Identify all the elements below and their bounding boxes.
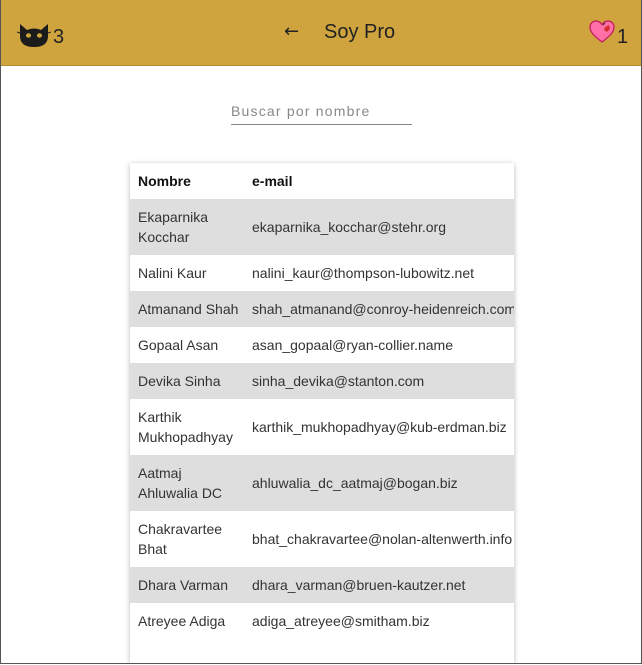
table-row[interactable]: Devika Sinha sinha_devika@stanton.com xyxy=(130,363,514,399)
cell-email: karthik_mukhopadhyay@kub-erdman.biz xyxy=(252,419,507,435)
cell-email: sinha_devika@stanton.com xyxy=(244,363,514,399)
table-row[interactable]: Dhara Varman dhara_varman@bruen-kautzer.n… xyxy=(130,567,514,603)
table-row[interactable]: Karthik Mukhopadhyay karthik_mukhopadhyay… xyxy=(130,399,514,455)
table-row[interactable]: Aatmaj Ahluwalia DC ahluwalia_dc_aatmaj@b… xyxy=(130,455,514,511)
table-row[interactable]: Ekaparnika Kocchar ekaparnika_kocchar@ste… xyxy=(130,199,514,255)
table-header-row: Nombre e-mail xyxy=(130,163,514,199)
contacts-table: Nombre e-mail Ekaparnika Kocchar ekaparni… xyxy=(130,163,514,639)
cat-icon xyxy=(17,22,51,48)
cell-email: shah_atmanand@conroy-heidenreich.com xyxy=(244,291,514,327)
cat-counter[interactable]: 3 xyxy=(17,16,64,48)
column-header-name: Nombre xyxy=(138,173,191,189)
cell-name: Gopaal Asan xyxy=(138,337,219,353)
table-row[interactable]: Chakravartee Bhat bhat_chakravartee@nolan… xyxy=(130,511,514,567)
cell-email: dhara_varman@bruen-kautzer.net xyxy=(244,567,514,603)
table-row[interactable]: Atmanand Shah shah_atmanand@conroy-heiden… xyxy=(130,291,514,327)
cell-email: nalini_kaur@thompson-lubowitz.net xyxy=(252,265,474,281)
cell-email: ekaparnika_kocchar@stehr.org xyxy=(244,199,514,255)
app-frame: 3 ← Soy Pro 1 Nombre e-mail xyxy=(0,0,642,664)
cat-count: 3 xyxy=(53,26,65,48)
cell-name: Atmanand Shah xyxy=(130,291,244,327)
cell-name: Ekaparnika Kocchar xyxy=(130,199,244,255)
cell-name: Karthik Mukhopadhyay xyxy=(138,409,233,445)
table-row[interactable]: Gopaal Asan asan_gopaal@ryan-collier.name xyxy=(130,327,514,363)
cell-email: adiga_atreyee@smitham.biz xyxy=(252,613,430,629)
cell-name: Aatmaj Ahluwalia DC xyxy=(130,455,244,511)
heart-counter[interactable]: 1 xyxy=(589,16,628,48)
cell-email: asan_gopaal@ryan-collier.name xyxy=(252,337,453,353)
cell-name: Devika Sinha xyxy=(130,363,244,399)
heart-icon xyxy=(589,20,615,48)
cell-name: Atreyee Adiga xyxy=(138,613,226,629)
search-input[interactable] xyxy=(231,98,412,125)
cell-email: bhat_chakravartee@nolan-altenwerth.info xyxy=(252,531,513,547)
table-row[interactable]: Atreyee Adiga adiga_atreyee@smitham.biz xyxy=(130,603,514,639)
page-title: Soy Pro xyxy=(324,21,396,43)
contacts-table-card: Nombre e-mail Ekaparnika Kocchar ekaparni… xyxy=(130,163,514,663)
table-row[interactable]: Nalini Kaur nalini_kaur@thompson-lubowitz… xyxy=(130,255,514,291)
back-arrow-button[interactable]: ← xyxy=(284,20,299,44)
column-header-email: e-mail xyxy=(252,173,293,189)
heart-count: 1 xyxy=(617,26,629,48)
cell-name: Dhara Varman xyxy=(130,567,244,603)
cell-email: ahluwalia_dc_aatmaj@bogan.biz xyxy=(244,455,514,511)
cell-name: Chakravartee Bhat xyxy=(138,521,223,557)
app-header: 3 ← Soy Pro 1 xyxy=(1,0,641,66)
cell-name: Nalini Kaur xyxy=(138,265,207,281)
